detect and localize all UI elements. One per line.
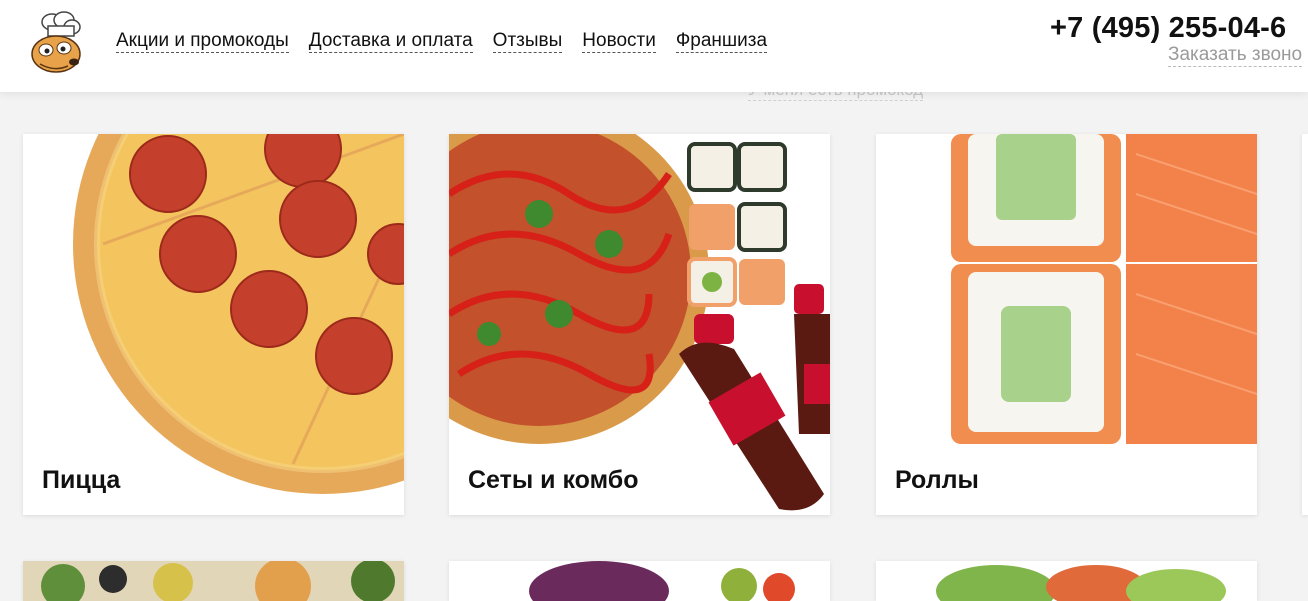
site-header: Акции и промокоды Доставка и оплата Отзы… (0, 0, 1308, 92)
callback-link[interactable]: Заказать звоно (1168, 44, 1303, 67)
pizza-image (73, 134, 404, 494)
category-card-rolls[interactable]: Роллы (876, 134, 1257, 515)
rolls-image (951, 134, 1257, 444)
category-title: Сеты и комбо (468, 466, 639, 494)
greens-image (876, 561, 1257, 601)
category-card-combo[interactable]: Сеты и комбо (449, 134, 830, 515)
category-card-row2-1[interactable] (23, 561, 404, 601)
nav-link-franchise[interactable]: Франшиза (675, 30, 768, 53)
nav-link-delivery[interactable]: Доставка и оплата (308, 30, 473, 53)
category-card-row2-2[interactable] (449, 561, 830, 601)
combo-image (449, 134, 830, 511)
nav-link-news[interactable]: Новости (582, 30, 656, 53)
category-card-row2-3[interactable] (876, 561, 1257, 601)
bowl-image (449, 561, 830, 601)
salad-image (23, 561, 404, 601)
main-nav: Акции и промокоды Доставка и оплата Отзы… (116, 30, 768, 53)
category-title: Роллы (895, 466, 979, 494)
chef-logo-icon[interactable] (26, 10, 86, 76)
nav-link-reviews[interactable]: Отзывы (492, 30, 563, 53)
phone-number[interactable]: +7 (495) 255-04-6 (1050, 12, 1286, 45)
nav-link-promotions[interactable]: Акции и промокоды (116, 30, 289, 53)
category-title: Пицца (42, 466, 121, 494)
category-card-pizza[interactable]: Пицца (23, 134, 404, 515)
category-card-partial[interactable] (1302, 134, 1308, 515)
